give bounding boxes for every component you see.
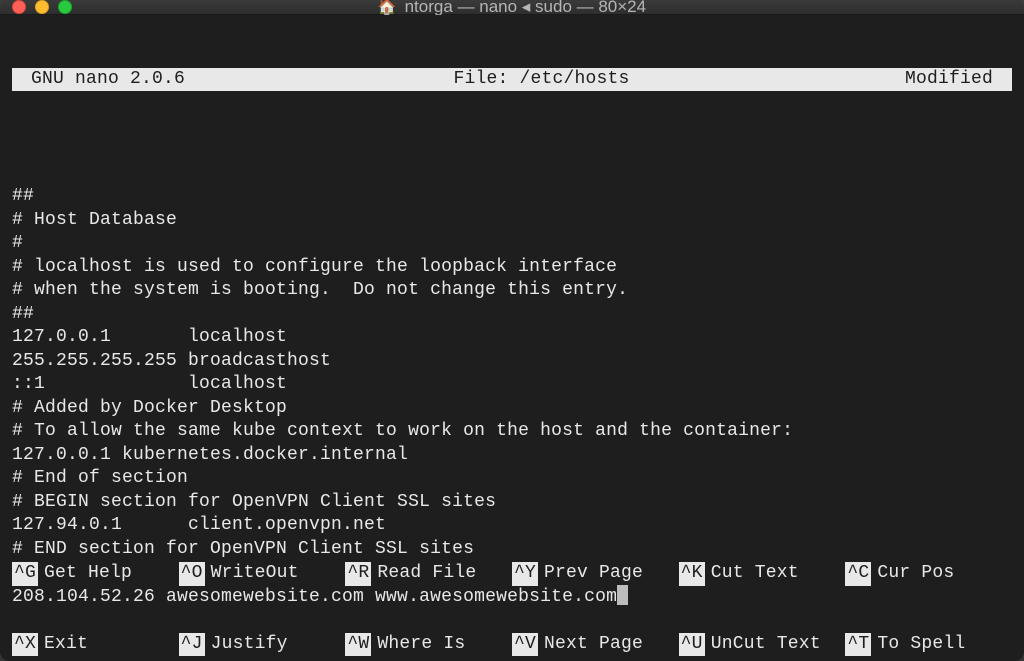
help-item: ^VNext Page (512, 633, 679, 657)
help-item: ^CCur Pos (845, 562, 1012, 586)
maximize-icon[interactable] (58, 0, 72, 14)
editor-line: ## (12, 304, 34, 324)
help-item: ^UUnCut Text (679, 633, 846, 657)
editor-line: # (12, 233, 23, 253)
hotkey-badge: ^T (845, 633, 871, 657)
nano-modified-label: Modified (898, 68, 1008, 92)
editor-line: # when the system is booting. Do not cha… (12, 280, 628, 300)
titlebar[interactable]: 🏠 ntorga — nano ◂ sudo — 80×24 (0, 0, 1024, 15)
editor-line: 255.255.255.255 broadcasthost (12, 351, 331, 371)
hotkey-badge: ^R (345, 562, 371, 586)
hotkey-label: Read File (377, 562, 476, 586)
hotkey-badge: ^W (345, 633, 371, 657)
nano-help-bar: ^GGet Help ^OWriteOut ^RRead File ^YPrev… (12, 515, 1012, 661)
hotkey-badge: ^K (679, 562, 705, 586)
hotkey-label: Cur Pos (877, 562, 954, 586)
help-item: ^RRead File (345, 562, 512, 586)
hotkey-label: Prev Page (544, 562, 643, 586)
hotkey-label: Get Help (44, 562, 132, 586)
nano-app-version: GNU nano 2.0.6 (16, 68, 185, 92)
editor-line: # localhost is used to configure the loo… (12, 257, 617, 277)
hotkey-label: To Spell (877, 633, 965, 657)
help-item: ^TTo Spell (845, 633, 1012, 657)
hotkey-label: Cut Text (711, 562, 799, 586)
minimize-icon[interactable] (35, 0, 49, 14)
hotkey-label: WriteOut (211, 562, 299, 586)
home-icon: 🏠 (378, 0, 397, 16)
traffic-lights (12, 0, 72, 14)
hotkey-label: Next Page (544, 633, 643, 657)
nano-status-bar: GNU nano 2.0.6 File: /etc/hosts Modified (12, 68, 1012, 91)
help-item: ^WWhere Is (345, 633, 512, 657)
hotkey-badge: ^X (12, 633, 38, 657)
hotkey-badge: ^U (679, 633, 705, 657)
help-item: ^GGet Help (12, 562, 179, 586)
editor-line: ::1 localhost (12, 374, 287, 394)
hotkey-badge: ^J (179, 633, 205, 657)
nano-file-label: File: /etc/hosts (185, 68, 898, 92)
help-item: ^KCut Text (679, 562, 846, 586)
hotkey-badge: ^C (845, 562, 871, 586)
editor-line: # BEGIN section for OpenVPN Client SSL s… (12, 492, 496, 512)
hotkey-badge: ^G (12, 562, 38, 586)
terminal-window: 🏠 ntorga — nano ◂ sudo — 80×24 GNU nano … (0, 0, 1024, 661)
hotkey-badge: ^Y (512, 562, 538, 586)
editor-line: # To allow the same kube context to work… (12, 421, 793, 441)
hotkey-badge: ^O (179, 562, 205, 586)
editor-line: 127.0.0.1 localhost (12, 327, 287, 347)
hotkey-label: Where Is (377, 633, 465, 657)
help-item: ^JJustify (179, 633, 346, 657)
editor-line: 127.0.0.1 kubernetes.docker.internal (12, 445, 408, 465)
editor-line: # Added by Docker Desktop (12, 398, 287, 418)
help-item: ^OWriteOut (179, 562, 346, 586)
editor-line: # End of section (12, 468, 188, 488)
help-item: ^YPrev Page (512, 562, 679, 586)
editor-line: ## (12, 186, 34, 206)
help-row: ^GGet Help ^OWriteOut ^RRead File ^YPrev… (12, 562, 1012, 586)
hotkey-badge: ^V (512, 633, 538, 657)
editor-line: # Host Database (12, 210, 177, 230)
hotkey-label: Justify (211, 633, 288, 657)
help-row: ^XExit ^JJustify ^WWhere Is ^VNext Page … (12, 633, 1012, 657)
help-item: ^XExit (12, 633, 179, 657)
close-icon[interactable] (12, 0, 26, 14)
hotkey-label: UnCut Text (711, 633, 821, 657)
hotkey-label: Exit (44, 633, 88, 657)
terminal-body[interactable]: GNU nano 2.0.6 File: /etc/hosts Modified… (0, 15, 1024, 661)
